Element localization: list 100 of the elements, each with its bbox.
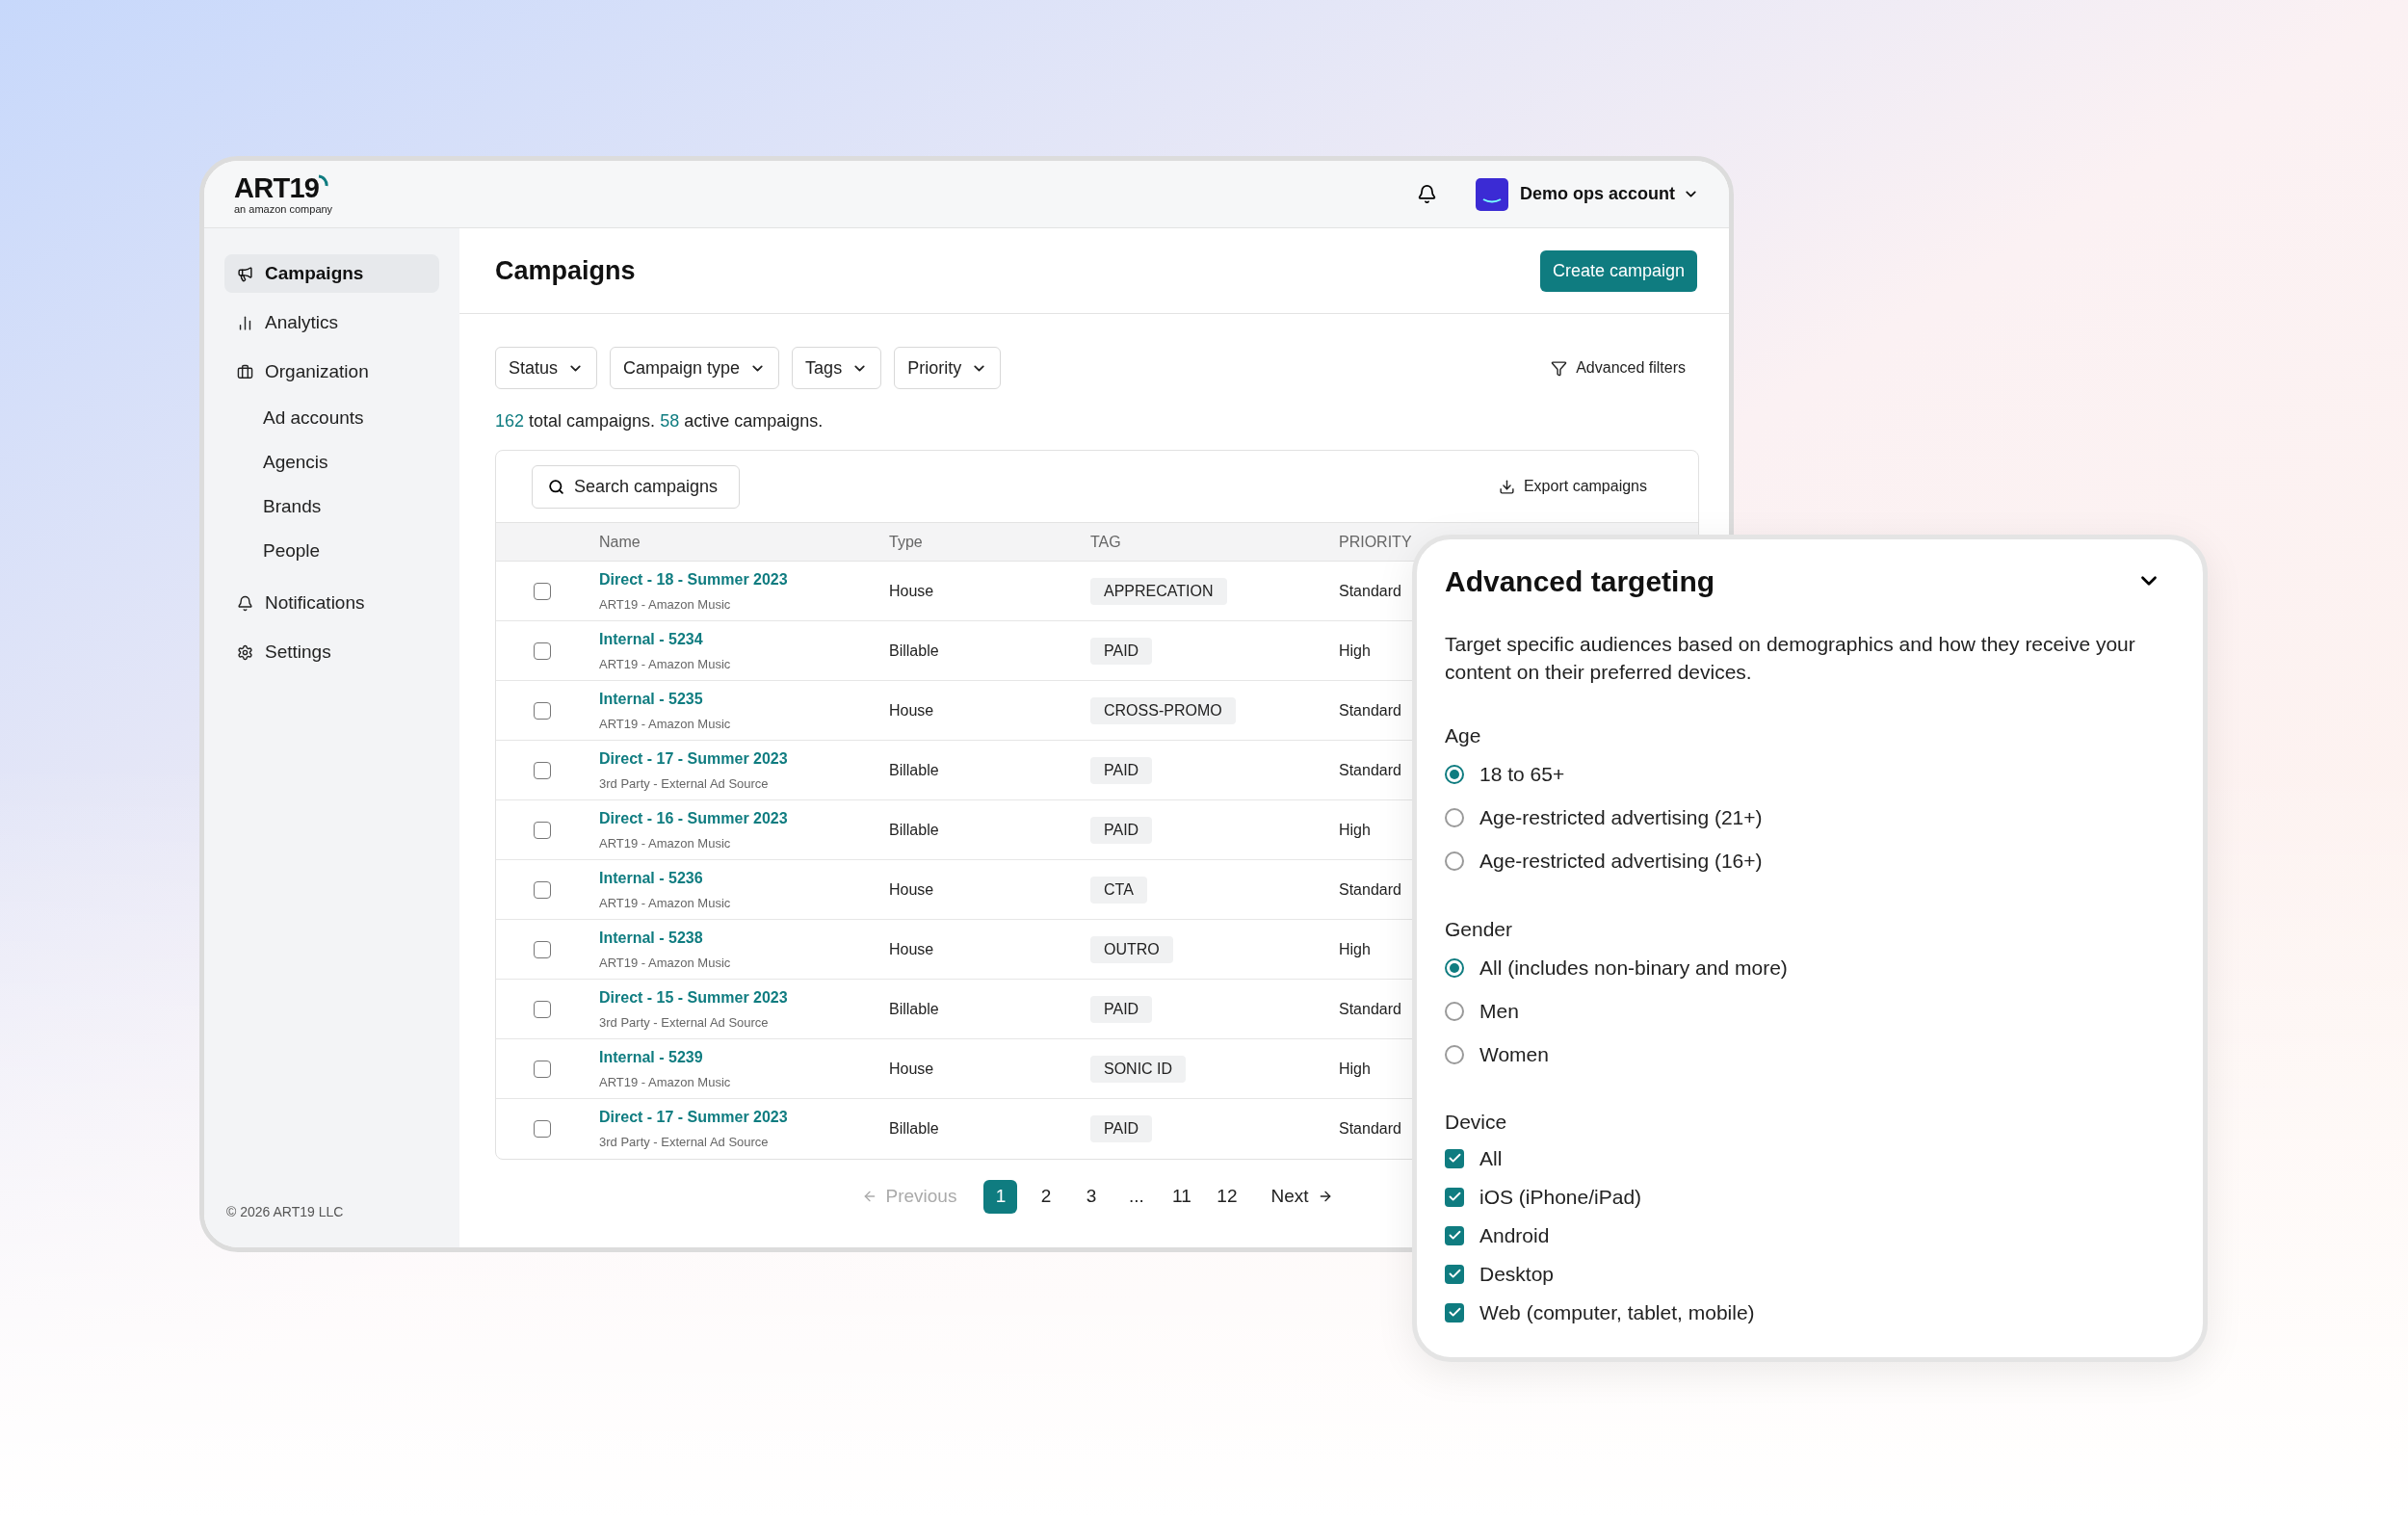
option-label: 18 to 65+ (1479, 762, 1565, 788)
option-label: Women (1479, 1041, 1549, 1067)
panel-description: Target specific audiences based on demographics and how they receive your content on their preferred devices. (1445, 632, 2136, 685)
sidebar-subitem[interactable]: Ad accounts (224, 396, 439, 440)
check-icon (1447, 1228, 1462, 1243)
page-button[interactable]: 1 (983, 1179, 1018, 1214)
check-icon (1447, 1267, 1462, 1281)
page-button[interactable]: 2 (1029, 1179, 1063, 1214)
check-icon (1447, 1190, 1462, 1204)
campaign-name-link[interactable]: Internal - 5235 (599, 687, 889, 711)
row-checkbox[interactable] (534, 880, 551, 899)
campaign-name-link[interactable]: Internal - 5238 (599, 926, 889, 950)
page-button[interactable]: 3 (1074, 1179, 1109, 1214)
type-cell-text: Billable (889, 1119, 940, 1139)
group-label: Device (1445, 1110, 1508, 1135)
sidebar-item[interactable]: Notifications (224, 584, 439, 622)
option-label: Android (1479, 1222, 1550, 1248)
priority-cell-text: Standard (1339, 760, 1401, 780)
sidebar-item[interactable]: Campaigns (224, 254, 439, 293)
radio-button[interactable] (1445, 1044, 1464, 1064)
campaign-source: ART19 - Amazon Music (599, 834, 732, 852)
checkbox[interactable] (1445, 1225, 1464, 1245)
sidebar-item[interactable]: Analytics (224, 303, 439, 342)
campaign-name-link[interactable]: Direct - 15 - Summer 2023 (599, 985, 889, 1009)
logo-wordmark: ART19 (234, 173, 320, 202)
tag-chip: PAID (1090, 1115, 1153, 1142)
search-field[interactable]: Search campaigns (532, 464, 740, 509)
advanced-filters-button[interactable]: Advanced filters (1551, 356, 1686, 380)
sidebar-subitem[interactable]: People (224, 529, 439, 573)
row-checkbox[interactable] (534, 940, 551, 958)
export-button[interactable]: Export campaigns (1498, 475, 1647, 498)
panel-title: Advanced targeting (1445, 563, 1715, 599)
check-icon (1447, 1305, 1462, 1320)
type-cell-text: Billable (889, 820, 940, 840)
account-logo-icon (1475, 177, 1508, 211)
row-checkbox[interactable] (534, 642, 551, 660)
radio-button[interactable] (1445, 957, 1464, 978)
option-label: Age-restricted advertising (16+) (1479, 849, 1763, 875)
filter-dropdown[interactable]: Status (495, 347, 598, 389)
option-label: Web (computer, tablet, mobile) (1479, 1299, 1755, 1325)
row-checkbox[interactable] (534, 761, 551, 779)
row-checkbox[interactable] (534, 701, 551, 720)
campaign-name-link[interactable]: Direct - 18 - Summer 2023 (599, 567, 889, 591)
group-label: Gender (1445, 916, 1514, 942)
megaphone-icon (237, 265, 253, 282)
column-header: Name (599, 532, 641, 552)
signal-arc-icon (317, 173, 329, 188)
campaign-name-link[interactable]: Direct - 17 - Summer 2023 (599, 746, 889, 771)
campaign-summary: 162 total campaigns. 58 active campaigns. (495, 410, 824, 432)
tag-chip: PAID (1090, 756, 1153, 784)
priority-cell-text: High (1339, 820, 1371, 840)
campaign-source: 3rd Party - External Ad Source (599, 1134, 770, 1152)
campaign-source: 3rd Party - External Ad Source (599, 1013, 770, 1032)
sidebar-item[interactable]: Organization (224, 353, 439, 391)
campaign-source: 3rd Party - External Ad Source (599, 774, 770, 793)
campaign-source: ART19 - Amazon Music (599, 954, 732, 972)
type-cell-text: Billable (889, 760, 940, 780)
checkbox[interactable] (1445, 1148, 1464, 1168)
radio-button[interactable] (1445, 1001, 1464, 1021)
checkbox[interactable] (1445, 1302, 1464, 1323)
account-menu[interactable]: Demo ops account (1519, 181, 1699, 207)
page-button[interactable]: 11 (1165, 1179, 1199, 1214)
page-button[interactable]: ... (1119, 1179, 1154, 1214)
filter-dropdown[interactable]: Campaign type (610, 347, 780, 389)
create-campaign-button[interactable]: Create campaign (1539, 249, 1697, 292)
campaign-name-link[interactable]: Direct - 16 - Summer 2023 (599, 806, 889, 830)
filter-dropdown[interactable]: Tags (792, 347, 882, 389)
campaign-name-link[interactable]: Internal - 5234 (599, 627, 889, 651)
sidebar-subitem[interactable]: Agencis (224, 440, 439, 485)
tag-chip: PAID (1090, 637, 1153, 665)
radio-button[interactable] (1445, 851, 1464, 871)
row-checkbox[interactable] (534, 1120, 551, 1138)
priority-cell-text: Standard (1339, 879, 1401, 900)
next-page-button[interactable]: Next (1270, 1182, 1333, 1211)
row-checkbox[interactable] (534, 582, 551, 600)
row-checkbox[interactable] (534, 821, 551, 839)
tag-chip: PAID (1090, 816, 1153, 844)
option-label: All (1479, 1145, 1503, 1171)
radio-button[interactable] (1445, 808, 1464, 827)
filter-icon (1551, 359, 1568, 377)
type-cell-text: Billable (889, 641, 940, 661)
type-cell-text: House (889, 879, 935, 900)
row-checkbox[interactable] (534, 1000, 551, 1018)
notifications-icon[interactable] (1416, 184, 1437, 204)
sidebar-item[interactable]: Settings (224, 633, 439, 671)
checkbox[interactable] (1445, 1187, 1464, 1207)
priority-cell-text: High (1339, 939, 1371, 959)
type-cell-text: House (889, 939, 935, 959)
briefcase-icon (237, 363, 253, 380)
filter-dropdown[interactable]: Priority (894, 347, 1002, 389)
checkbox[interactable] (1445, 1264, 1464, 1284)
tag-chip: OUTRO (1090, 935, 1173, 963)
sidebar-subitem[interactable]: Brands (224, 485, 439, 529)
page-button[interactable]: 12 (1210, 1179, 1244, 1214)
campaign-name-link[interactable]: Direct - 17 - Summer 2023 (599, 1106, 889, 1130)
row-checkbox[interactable] (534, 1060, 551, 1078)
option-label: iOS (iPhone/iPad) (1479, 1184, 1642, 1210)
campaign-name-link[interactable]: Internal - 5239 (599, 1045, 889, 1069)
radio-button[interactable] (1445, 765, 1464, 784)
campaign-name-link[interactable]: Internal - 5236 (599, 866, 889, 890)
